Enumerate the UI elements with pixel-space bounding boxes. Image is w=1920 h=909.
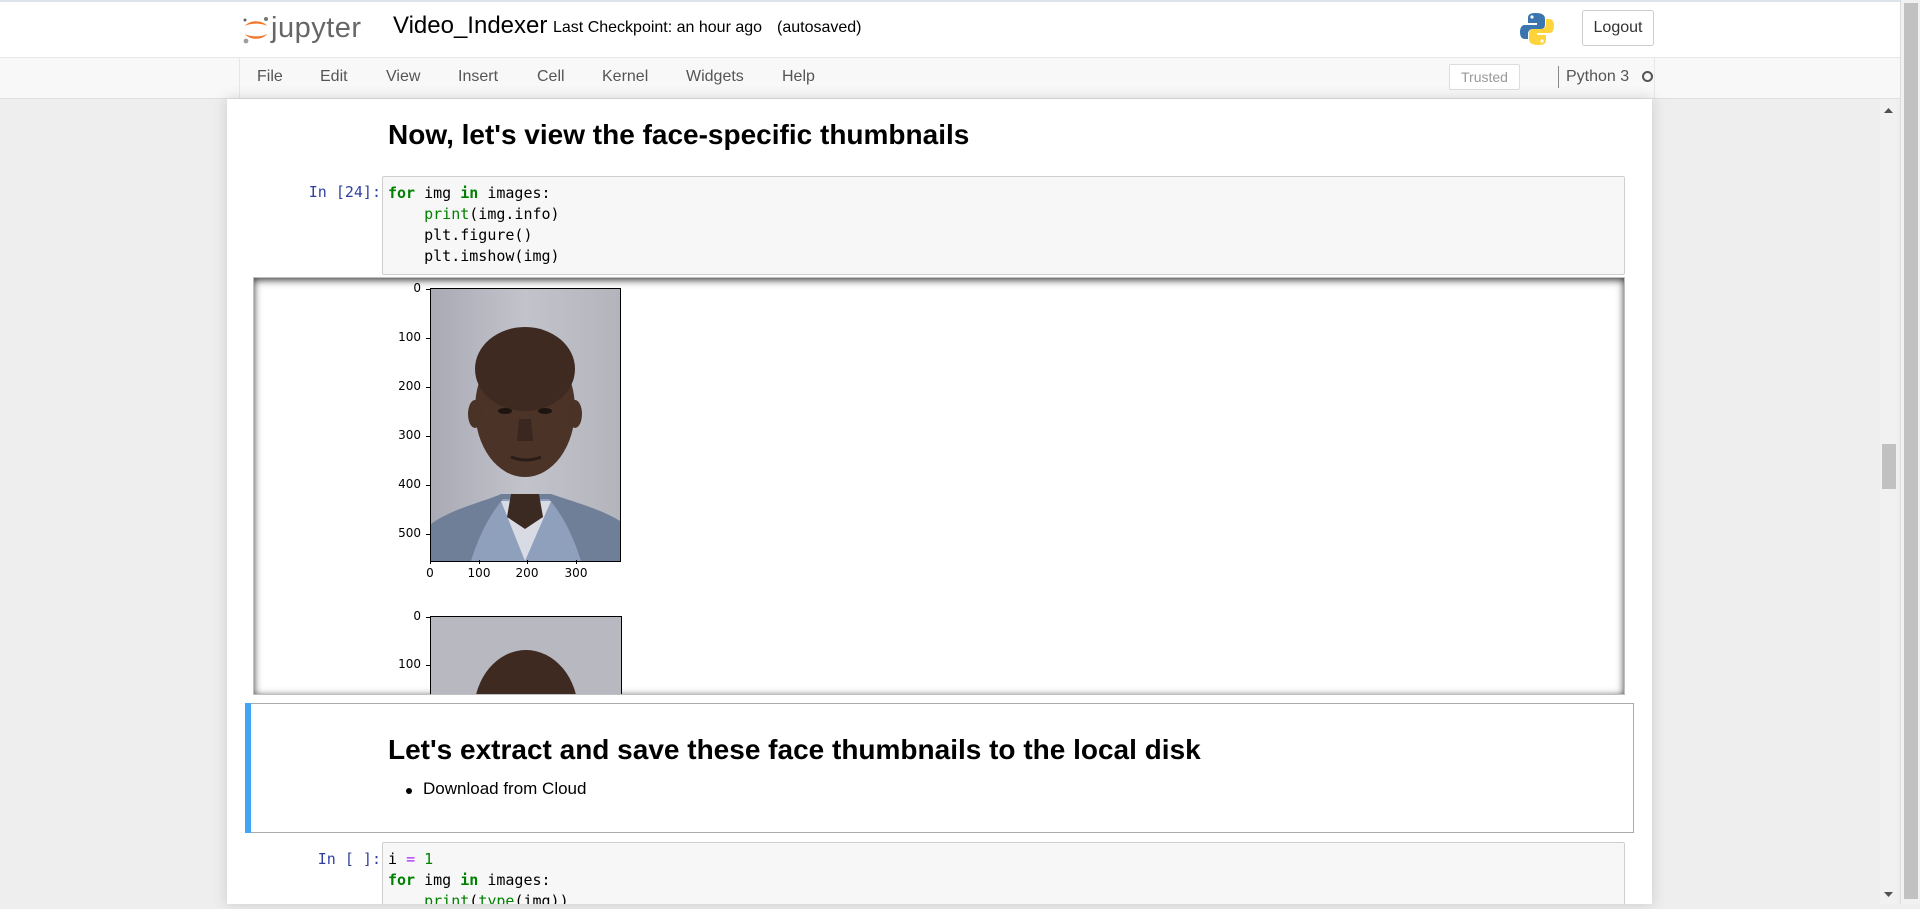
code-line: print(type(img)) (424, 892, 569, 904)
y-tick-label: 100 (398, 657, 421, 671)
python-logo-icon (1518, 10, 1556, 48)
menu-kernel[interactable]: Kernel (602, 68, 648, 86)
menu-view[interactable]: View (386, 68, 420, 86)
logout-button[interactable]: Logout (1582, 10, 1654, 46)
checkpoint-status: Last Checkpoint: an hour ago (553, 19, 763, 36)
markdown-cell-selected[interactable]: Let's extract and save these face thumbn… (245, 703, 1634, 833)
code-line: for img in images: (388, 184, 551, 202)
y-tick-label: 300 (398, 428, 421, 442)
menu-file[interactable]: File (257, 68, 283, 86)
selected-cell-indicator (245, 703, 251, 833)
code-line: plt.figure() (388, 226, 533, 244)
notebook-name[interactable]: Video_Indexer (393, 12, 547, 40)
output-area-scrolled[interactable]: 0 100 200 300 400 500 0 100 200 300 0 10… (253, 277, 1625, 695)
code-cell-editor[interactable]: for img in images: print(img.info) plt.f… (382, 176, 1625, 275)
bullet-item: Download from Cloud (423, 779, 587, 798)
menu-help[interactable]: Help (782, 68, 815, 86)
menu-insert[interactable]: Insert (458, 68, 498, 86)
y-tick-label: 400 (398, 477, 421, 491)
bullet-icon (406, 788, 412, 794)
x-tick-label: 0 (426, 566, 434, 580)
code-line: plt.imshow(img) (388, 247, 560, 265)
menu-edit[interactable]: Edit (320, 68, 348, 86)
face-thumbnail-image (430, 616, 622, 694)
face-thumbnail-image (430, 288, 621, 562)
y-tick-label: 500 (398, 526, 421, 540)
y-tick-label: 100 (398, 330, 421, 344)
code-cell-editor[interactable]: i = 1 for img in images: print(type(img)… (382, 842, 1625, 904)
trusted-indicator[interactable]: Trusted (1449, 64, 1520, 90)
kernel-idle-icon (1642, 71, 1653, 82)
markdown-heading-extract: Let's extract and save these face thumbn… (388, 734, 1201, 765)
menu-cell[interactable]: Cell (537, 68, 565, 86)
jupyter-logo-text: jupyter (271, 11, 362, 44)
code-line: i = 1 (388, 850, 434, 868)
menu-widgets[interactable]: Widgets (686, 68, 744, 86)
jupyter-orbit-icon (241, 15, 268, 44)
autosave-status: (autosaved) (777, 19, 862, 36)
menubar-inner (239, 58, 1655, 98)
y-tick-label: 0 (413, 281, 421, 295)
input-prompt: In [ ]: (317, 850, 381, 868)
x-tick-mark (479, 560, 480, 564)
x-tick-label: 100 (467, 566, 491, 580)
y-tick-label: 200 (398, 379, 421, 393)
notebook-header: jupyter Video_Indexer Last Checkpoint: a… (0, 2, 1900, 58)
jupyter-logo[interactable]: jupyter (241, 8, 362, 48)
x-tick-label: 300 (564, 566, 588, 580)
x-tick-mark (430, 560, 431, 564)
kernel-name[interactable]: Python 3 (1566, 68, 1629, 86)
code-line: for img in images: (388, 871, 551, 889)
notebook-container: Now, let's view the face-specific thumbn… (227, 99, 1652, 904)
markdown-heading-thumbnails[interactable]: Now, let's view the face-specific thumbn… (388, 119, 969, 151)
x-tick-label: 200 (515, 566, 539, 580)
input-prompt: In [24]: (308, 183, 381, 201)
notebook-scrollbar[interactable] (1880, 99, 1897, 904)
browser-scrollbar[interactable] (1900, 0, 1920, 904)
kernel-separator (1558, 66, 1559, 88)
x-tick-mark (527, 560, 528, 564)
y-tick-label: 0 (413, 609, 421, 623)
x-tick-mark (576, 560, 577, 564)
code-line: print(img.info) (424, 205, 560, 223)
